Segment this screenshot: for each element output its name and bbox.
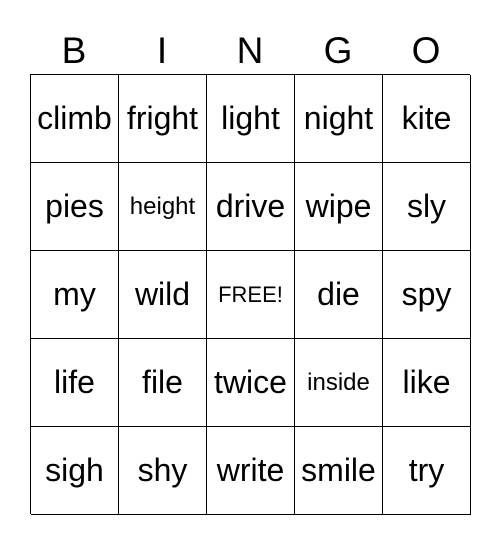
header-letter-b: B	[61, 30, 87, 71]
bingo-cell: sigh	[31, 427, 119, 515]
bingo-cell: wipe	[295, 163, 383, 251]
bingo-cell: inside	[295, 339, 383, 427]
bingo-cell: wild	[119, 251, 207, 339]
bingo-cell: climb	[31, 75, 119, 163]
header-letter-i: I	[156, 30, 168, 71]
bingo-cell: like	[383, 339, 471, 427]
bingo-cell: sly	[383, 163, 471, 251]
bingo-cell: life	[31, 339, 119, 427]
bingo-cell: smile	[295, 427, 383, 515]
bingo-cell: try	[383, 427, 471, 515]
free-space-cell: FREE!	[207, 251, 295, 339]
bingo-cell: pies	[31, 163, 119, 251]
header-letter-n: N	[236, 30, 264, 71]
bingo-cell: die	[295, 251, 383, 339]
bingo-cell: height	[119, 163, 207, 251]
header-letter-g: G	[323, 30, 353, 71]
bingo-cell: night	[295, 75, 383, 163]
bingo-cell: fright	[119, 75, 207, 163]
bingo-cell: write	[207, 427, 295, 515]
bingo-cell: shy	[119, 427, 207, 515]
bingo-cell: kite	[383, 75, 471, 163]
bingo-cell: file	[119, 339, 207, 427]
header-letter-o: O	[411, 30, 441, 71]
bingo-cell: spy	[383, 251, 471, 339]
bingo-cell: light	[207, 75, 295, 163]
bingo-header: B I N G O	[30, 28, 470, 74]
bingo-grid: climb fright light night kite pies height drive…	[30, 74, 471, 515]
bingo-cell: my	[31, 251, 119, 339]
bingo-cell: twice	[207, 339, 295, 427]
bingo-cell: drive	[207, 163, 295, 251]
